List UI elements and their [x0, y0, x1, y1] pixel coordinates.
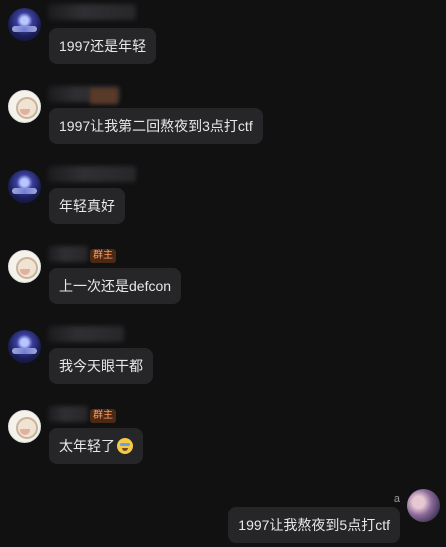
message-bubble[interactable]: 我今天眼干都: [49, 348, 153, 384]
user-avatar[interactable]: [8, 330, 41, 363]
message-text: 年轻真好: [59, 198, 115, 214]
message-bubble[interactable]: 太年轻了: [49, 428, 143, 464]
message-text: 1997让我熬夜到5点打ctf: [238, 517, 390, 533]
sender-name-redacted: [48, 4, 136, 20]
chat-window: 1997还是年轻 1997让我第二回熬夜到3点打ctf 年轻真好 群主 上一次还…: [0, 0, 446, 547]
self-avatar[interactable]: [407, 489, 440, 522]
user-avatar[interactable]: [8, 8, 41, 41]
crying-face-icon: [117, 438, 133, 454]
user-avatar[interactable]: [8, 170, 41, 203]
message-bubble[interactable]: 1997让我第二回熬夜到3点打ctf: [49, 108, 263, 144]
message-bubble[interactable]: 年轻真好: [49, 188, 125, 224]
sender-name-redacted: [48, 166, 136, 182]
message-bubble[interactable]: 上一次还是defcon: [49, 268, 182, 304]
message-text: 太年轻了: [59, 438, 115, 454]
message-text: 我今天眼干都: [59, 358, 143, 374]
message-text: 上一次还是defcon: [59, 278, 172, 294]
sender-name-redacted: [48, 406, 88, 422]
sender-name-redacted: [90, 88, 118, 104]
user-avatar[interactable]: [8, 410, 41, 443]
sender-name-redacted: [48, 326, 124, 342]
user-avatar[interactable]: [8, 90, 41, 123]
user-avatar[interactable]: [8, 250, 41, 283]
sender-name-redacted: [48, 246, 88, 262]
message-text: 1997让我第二回熬夜到3点打ctf: [59, 118, 253, 134]
self-message-bubble[interactable]: 1997让我熬夜到5点打ctf: [228, 507, 400, 543]
owner-badge: 群主: [90, 249, 116, 263]
message-text: 1997还是年轻: [59, 38, 147, 54]
message-bubble[interactable]: 1997还是年轻: [49, 28, 157, 64]
self-sender-name: a: [393, 493, 400, 505]
owner-badge: 群主: [90, 409, 116, 423]
